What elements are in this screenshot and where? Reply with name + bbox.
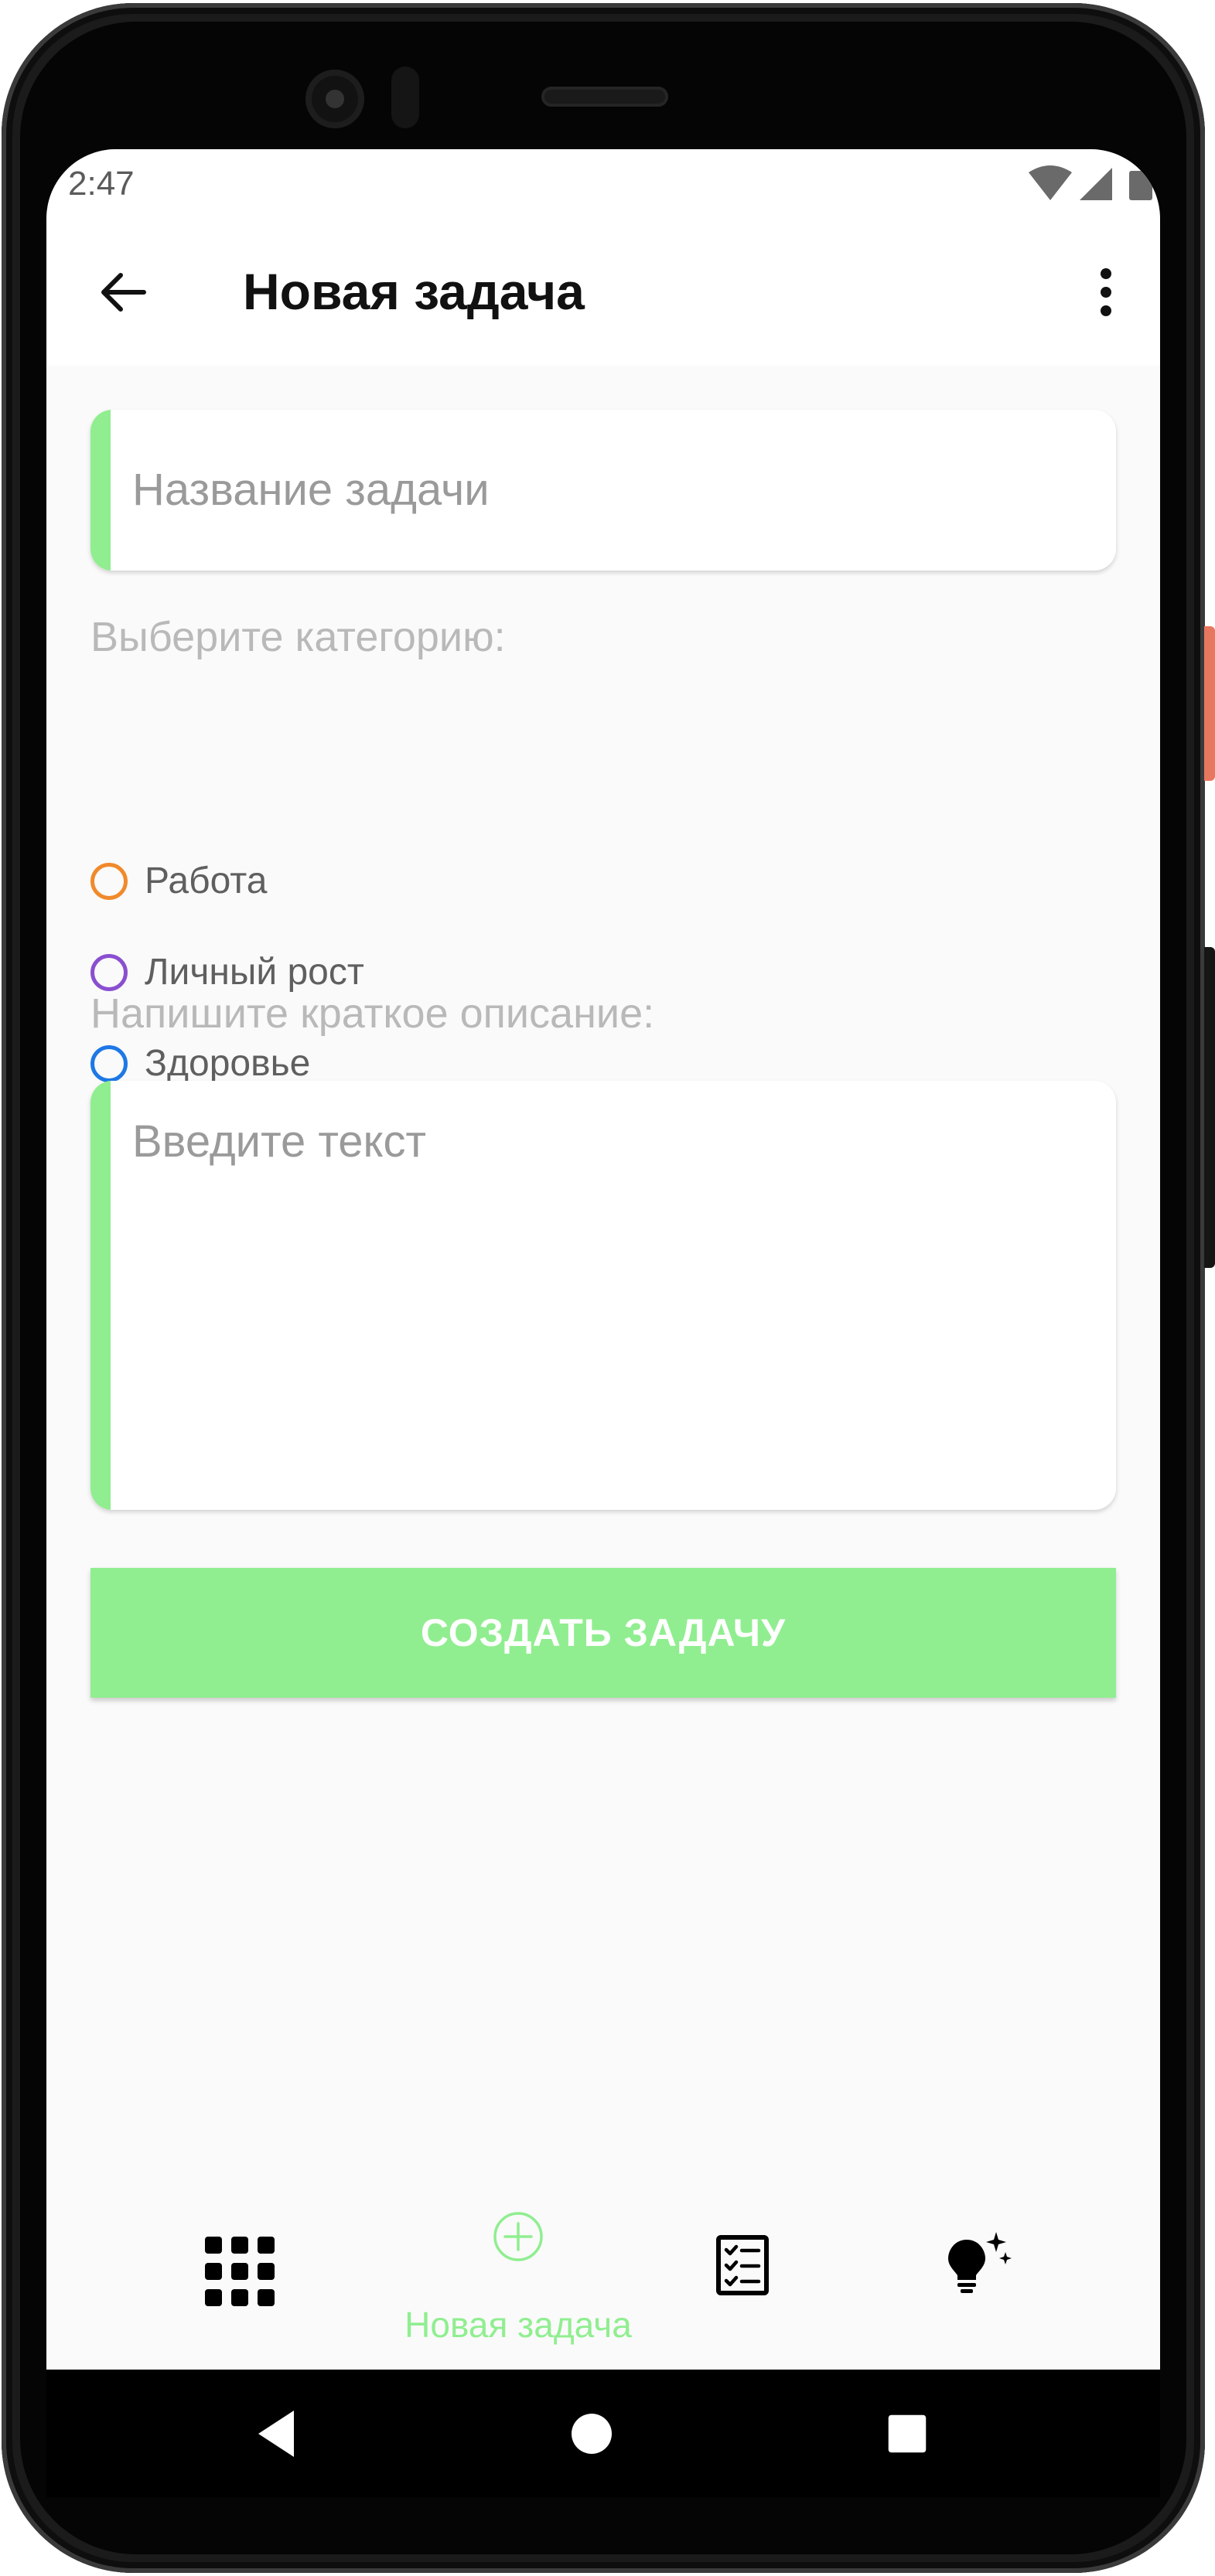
power-button	[1204, 626, 1215, 781]
checklist-icon	[716, 2235, 769, 2295]
status-icons	[1029, 165, 1152, 200]
volume-button	[1204, 947, 1215, 1268]
input-accent-bar	[90, 410, 111, 571]
status-time: 2:47	[68, 165, 135, 203]
textarea-accent-bar	[90, 1081, 111, 1510]
radio-circle-icon[interactable]	[90, 1045, 128, 1082]
nav-item-dashboard[interactable]	[147, 2202, 333, 2370]
front-camera	[305, 70, 364, 128]
nav-label-new-task: Новая задача	[404, 2305, 632, 2345]
system-navigation-bar	[46, 2370, 1160, 2497]
radio-circle-icon[interactable]	[90, 954, 128, 991]
nav-item-task-list[interactable]	[673, 2202, 858, 2370]
description-label: Напишите краткое описание:	[90, 990, 655, 1037]
plus-circle-icon	[493, 2212, 543, 2261]
earpiece-speaker	[541, 87, 668, 107]
nav-item-ideas[interactable]	[920, 2202, 1106, 2370]
task-title-placeholder: Название задачи	[132, 465, 490, 515]
task-title-input[interactable]: Название задачи	[90, 410, 1116, 571]
create-task-button[interactable]: СОЗДАТЬ ЗАДАЧУ	[90, 1568, 1116, 1698]
category-radio-work[interactable]: Работа	[90, 858, 555, 912]
description-placeholder: Введите текст	[132, 1116, 427, 1167]
screen: 2:47 Новая задача Название задачи Выбери…	[46, 149, 1160, 2370]
signal-icon	[1080, 168, 1112, 200]
grid-icon	[205, 2237, 275, 2306]
app-bar: Новая задача	[46, 219, 1160, 366]
category-label-personal-growth: Личный рост	[145, 952, 364, 993]
nav-item-new-task[interactable]: Новая задача	[371, 2202, 665, 2370]
system-back-icon[interactable]	[254, 2407, 300, 2461]
category-label-health: Здоровье	[145, 1043, 311, 1084]
category-label-work: Работа	[145, 860, 268, 901]
system-recents-icon[interactable]	[886, 2412, 929, 2455]
bottom-navigation: Новая задача	[46, 2202, 1160, 2370]
system-home-icon[interactable]	[568, 2411, 615, 2457]
wifi-icon	[1029, 165, 1072, 200]
page-title: Новая задача	[243, 263, 585, 320]
status-bar: 2:47	[46, 149, 1160, 219]
battery-icon	[1129, 171, 1152, 200]
proximity-sensor	[391, 66, 419, 128]
radio-circle-icon[interactable]	[90, 863, 128, 900]
description-textarea[interactable]: Введите текст	[90, 1081, 1116, 1510]
back-arrow-icon[interactable]	[93, 261, 155, 323]
category-label: Выберите категорию:	[90, 614, 506, 660]
lightbulb-sparkle-icon	[948, 2232, 1012, 2293]
more-vert-icon[interactable]	[1075, 261, 1137, 323]
